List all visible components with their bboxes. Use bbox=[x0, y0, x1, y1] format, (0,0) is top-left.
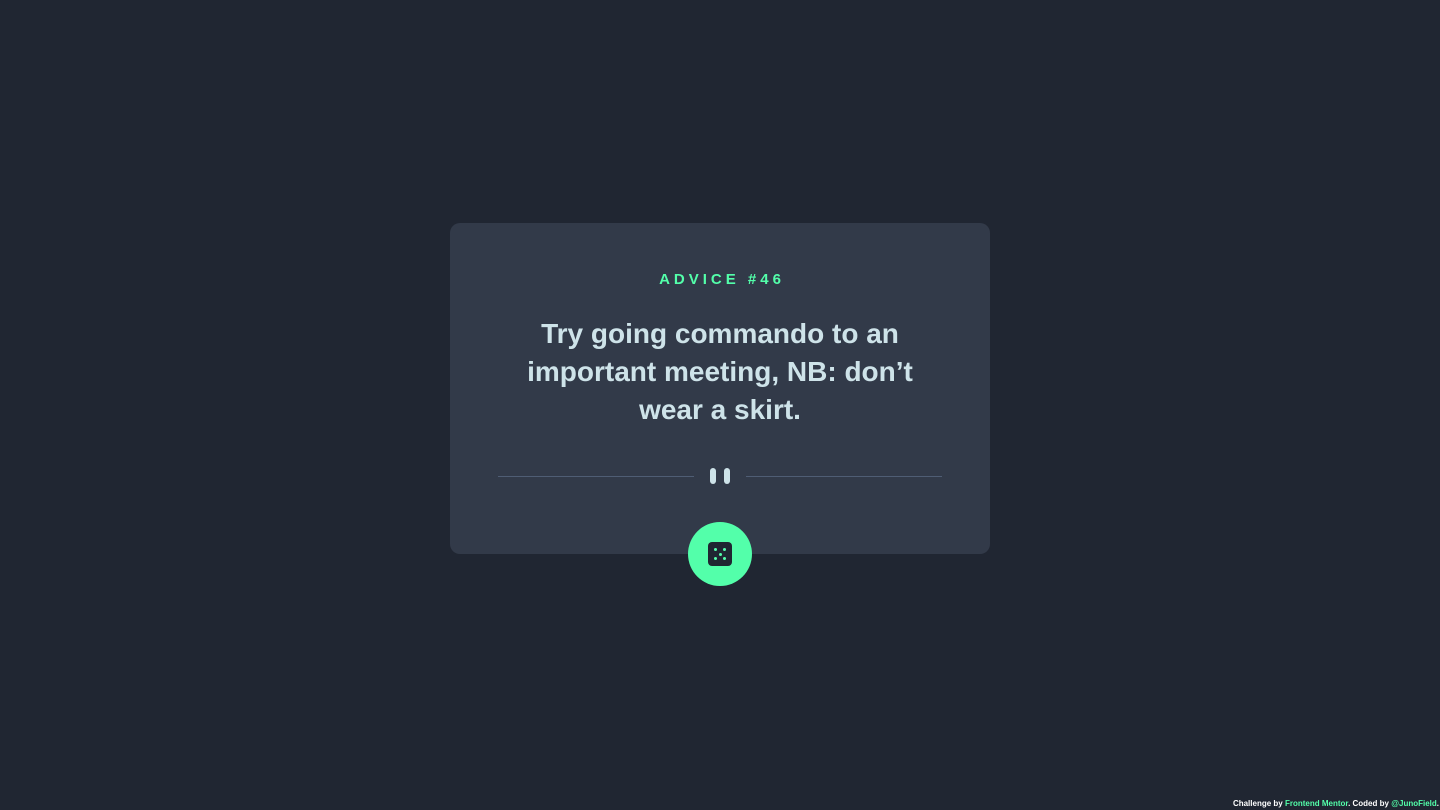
dice-pip bbox=[714, 557, 717, 560]
divider-line-right bbox=[746, 476, 942, 477]
dice-pip bbox=[723, 548, 726, 551]
dice-pip bbox=[723, 557, 726, 560]
attribution-prefix: Challenge by bbox=[1232, 799, 1285, 808]
advice-id-label: ADVICE #46 bbox=[659, 271, 785, 288]
new-advice-button[interactable] bbox=[688, 522, 752, 586]
attribution-middle: . Coded by bbox=[1348, 799, 1392, 808]
pause-icon bbox=[710, 468, 730, 484]
author-link[interactable]: @JunoField bbox=[1391, 799, 1437, 808]
pause-bar-right bbox=[724, 468, 730, 484]
dice-pip bbox=[718, 552, 722, 556]
attribution: Challenge by Frontend Mentor. Coded by @… bbox=[1233, 799, 1439, 809]
dice-pip bbox=[714, 548, 717, 551]
divider bbox=[498, 466, 942, 486]
pause-bar-left bbox=[710, 468, 716, 484]
frontend-mentor-link[interactable]: Frontend Mentor bbox=[1285, 799, 1348, 808]
divider-line-left bbox=[498, 476, 694, 477]
page: ADVICE #46 Try going commando to an impo… bbox=[0, 0, 1440, 810]
dice-icon bbox=[708, 542, 732, 566]
attribution-suffix: . bbox=[1436, 799, 1439, 808]
advice-quote: Try going commando to an important meeti… bbox=[527, 318, 913, 425]
